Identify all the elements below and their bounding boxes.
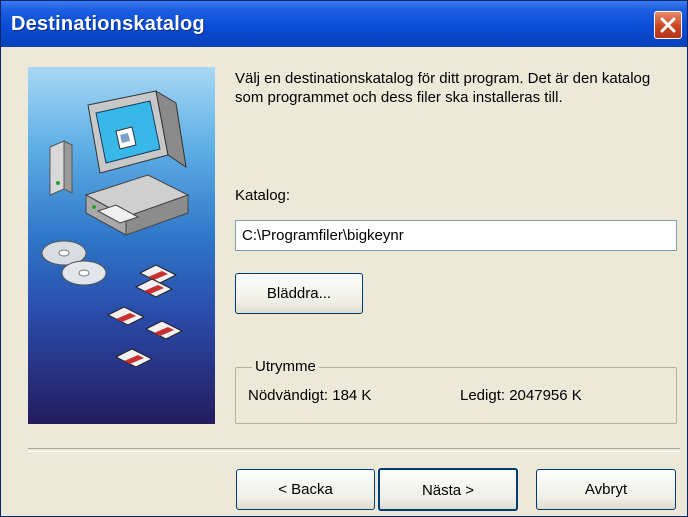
floppy-disk-icon — [106, 264, 184, 368]
installer-window: Destinationskatalog Välj en destinations… — [0, 0, 688, 517]
close-icon — [660, 17, 676, 33]
next-button[interactable]: Nästa > — [378, 468, 518, 511]
back-button[interactable]: < Backa — [236, 469, 375, 510]
window-title: Destinationskatalog — [11, 13, 205, 35]
instruction-text: Välj en destinationskatalog för ditt pro… — [235, 70, 651, 106]
browse-button[interactable]: Bläddra... — [235, 273, 363, 314]
cancel-button[interactable]: Avbryt — [536, 469, 676, 510]
installer-side-image — [28, 67, 215, 424]
divider — [28, 448, 680, 452]
cd-icon — [41, 240, 107, 286]
folder-label: Katalog: — [235, 187, 291, 204]
required-space: Nödvändigt: 184 K — [248, 387, 372, 404]
close-button[interactable] — [654, 11, 682, 39]
computer-icon — [49, 89, 190, 236]
available-space: Ledigt: 2047956 K — [460, 387, 582, 404]
title-bar[interactable]: Destinationskatalog — [1, 1, 687, 47]
disk-space-group: Utrymme Nödvändigt: 184 K Ledigt: 204795… — [235, 358, 677, 424]
disk-space-legend: Utrymme — [252, 358, 319, 375]
destination-folder-input[interactable]: C:\Programfiler\bigkeynr — [235, 220, 677, 251]
